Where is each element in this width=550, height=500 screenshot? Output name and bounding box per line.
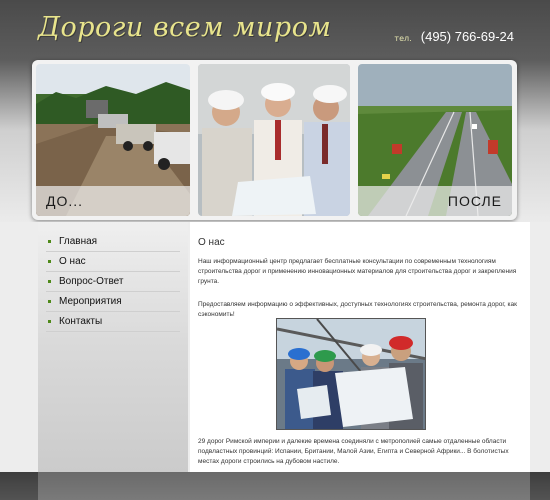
after-highway-photo: ПОСЛЕ [358,64,512,216]
menu-item-about[interactable]: О нас [46,252,180,272]
before-after-banner: ДО... ПОСЛЕ [32,60,517,220]
page-footer [0,472,550,500]
phone-contact: тел. (495) 766-69-24 [394,26,514,45]
menu-item-home[interactable]: Главная [46,232,180,252]
footer-bar [38,472,530,500]
info-paragraph: Предоставляем информацию о эффективных, … [198,301,517,318]
history-paragraph: 29 дорог Римской империи и далекие време… [198,438,509,465]
page-header: Дороги всем миром тел. (495) 766-69-24 Д… [0,0,550,222]
bullet-icon [48,320,51,323]
before-road-photo: ДО... [36,64,190,216]
bullet-icon [48,240,51,243]
menu-item-events[interactable]: Мероприятия [46,292,180,312]
before-caption: ДО... [36,186,190,216]
menu-item-label: Вопрос-Ответ [59,276,124,287]
page-body: Главная О нас Вопрос-Ответ Мероприятия К… [0,222,550,472]
engineers-blueprint-photo [276,318,426,430]
sidebar: Главная О нас Вопрос-Ответ Мероприятия К… [38,222,188,472]
menu-item-faq[interactable]: Вопрос-Ответ [46,272,180,292]
menu-item-label: Контакты [59,316,103,327]
menu-item-label: Мероприятия [59,296,122,307]
bullet-icon [48,300,51,303]
main-menu: Главная О нас Вопрос-Ответ Мероприятия К… [38,222,188,332]
menu-item-label: Главная [59,236,98,247]
phone-label: тел. [394,34,412,43]
menu-item-label: О нас [59,256,86,267]
after-caption: ПОСЛЕ [358,186,512,216]
phone-number: (495) 766-69-24 [420,29,514,44]
site-logo[interactable]: Дороги всем миром [38,12,331,43]
menu-item-contacts[interactable]: Контакты [46,312,180,332]
engineers-photo [198,64,350,216]
bullet-icon [48,260,51,263]
bullet-icon [48,280,51,283]
page-title: О нас [198,237,225,248]
main-content: О нас Наш информационный центр предлагае… [190,222,530,472]
intro-paragraph: Наш информационный центр предлагает бесп… [198,258,517,285]
